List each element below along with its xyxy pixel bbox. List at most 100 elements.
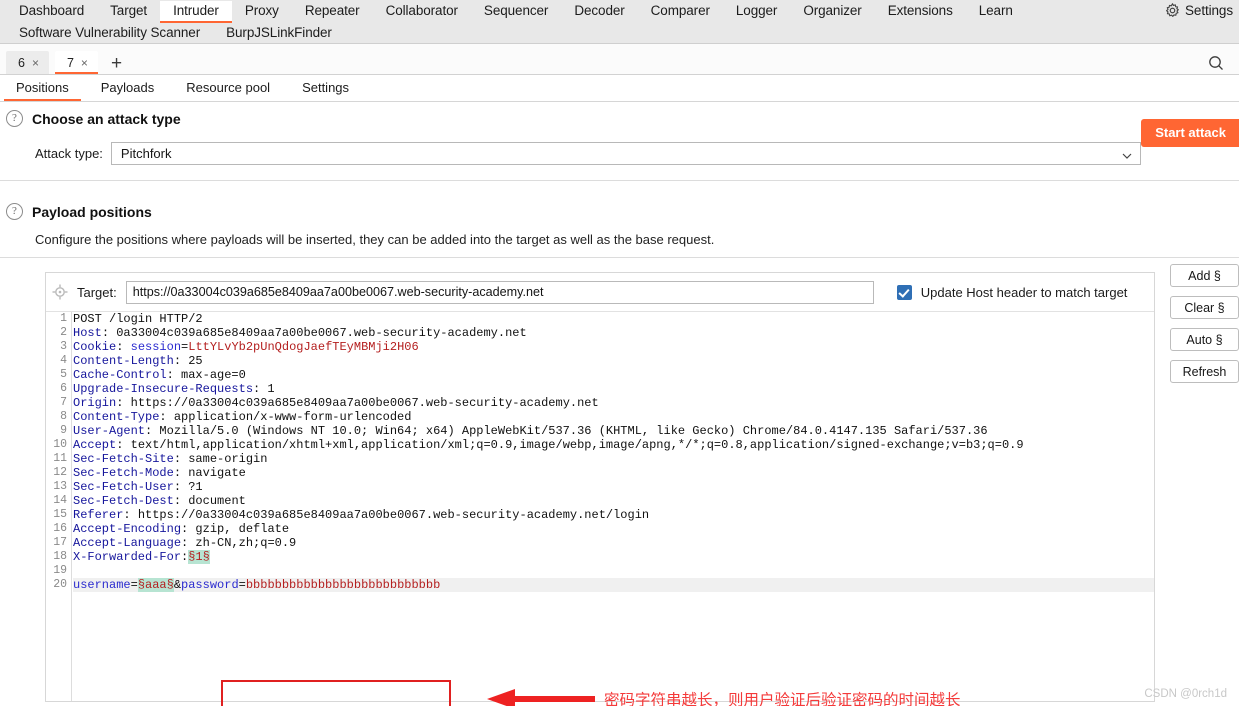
target-row: Target: Update Host header to match targ… — [46, 273, 1154, 311]
side-button-refresh[interactable]: Refresh — [1170, 360, 1239, 383]
tab-payloads[interactable]: Payloads — [85, 75, 170, 101]
crosshair-icon — [52, 284, 68, 300]
gear-icon — [1165, 2, 1180, 18]
new-tab-button[interactable]: + — [111, 54, 122, 74]
line-number: 18 — [53, 550, 67, 563]
line-number: 8 — [60, 410, 67, 423]
main-nav-item-extensions[interactable]: Extensions — [875, 1, 966, 22]
line-number: 19 — [53, 564, 67, 577]
main-nav-item-burpjslinkfinder[interactable]: BurpJSLinkFinder — [213, 23, 345, 44]
side-button-add[interactable]: Add § — [1170, 264, 1239, 287]
request-text: : application/x-www-form-urlencoded — [159, 410, 412, 424]
close-icon[interactable]: × — [32, 57, 39, 69]
side-button-auto[interactable]: Auto § — [1170, 328, 1239, 351]
request-line: Cookie: session=LttYLvYb2pUnQdogJaefTEyM… — [73, 340, 1154, 354]
payload-positions-description: Configure the positions where payloads w… — [35, 232, 715, 247]
intruder-tab-6[interactable]: 6 × — [6, 51, 49, 74]
request-editor: Target: Update Host header to match targ… — [45, 272, 1155, 702]
question-mark-icon[interactable]: ? — [6, 203, 23, 220]
request-line: Accept: text/html,application/xhtml+xml,… — [73, 438, 1154, 452]
request-text: : 1 — [253, 382, 275, 396]
request-text: : document — [173, 494, 246, 508]
request-text: User-Agent — [73, 424, 146, 438]
line-number: 7 — [60, 396, 67, 409]
target-label: Target: — [77, 284, 117, 300]
main-nav-item-collaborator[interactable]: Collaborator — [373, 1, 471, 22]
main-nav-item-target[interactable]: Target — [97, 1, 160, 22]
request-text: POST /login HTTP/2 — [73, 312, 203, 326]
main-nav-item-sequencer[interactable]: Sequencer — [471, 1, 561, 22]
left-arrow-icon — [485, 686, 597, 706]
line-number: 9 — [60, 424, 67, 437]
request-text: Cache-Control — [73, 368, 167, 382]
intruder-tab-7[interactable]: 7 × — [54, 51, 98, 74]
request-text: : https://0a33004c039a685e8409aa7a00be00… — [123, 508, 650, 522]
request-text: Referer — [73, 508, 124, 522]
request-text: : — [116, 340, 131, 354]
line-number: 11 — [53, 452, 67, 465]
request-line: Content-Type: application/x-www-form-url… — [73, 410, 1154, 424]
watermark: CSDN @0rch1d — [1144, 688, 1227, 700]
request-text: Cookie — [73, 340, 117, 354]
request-text: : Mozilla/5.0 (Windows NT 10.0; Win64; x… — [145, 424, 988, 438]
request-text: Host — [73, 326, 102, 340]
attack-type-select[interactable]: Pitchfork — [110, 142, 1141, 165]
intruder-tab-label: 6 — [18, 55, 25, 70]
request-text: : zh-CN,zh;q=0.9 — [181, 536, 297, 550]
request-text: Accept-Language — [73, 536, 182, 550]
line-number: 20 — [53, 578, 67, 591]
question-mark-icon[interactable]: ? — [6, 110, 23, 127]
line-number: 16 — [53, 522, 67, 535]
request-text: : text/html,application/xhtml+xml,applic… — [116, 438, 1024, 452]
tab-settings[interactable]: Settings — [286, 75, 365, 101]
update-host-header-checkbox-wrap[interactable]: Update Host header to match target — [896, 284, 1127, 300]
main-nav-item-dashboard[interactable]: Dashboard — [6, 1, 97, 22]
main-nav-item-repeater[interactable]: Repeater — [292, 1, 373, 22]
main-nav-item-software-vulnerability-scanner[interactable]: Software Vulnerability Scanner — [6, 23, 213, 44]
close-icon[interactable]: × — [81, 57, 88, 69]
request-code-area[interactable]: 1 2 3 4 5 6 7 8 9 10 11 12 13 14 15 16 17 18 19 20 POST /lo… — [46, 311, 1154, 701]
request-text: Sec-Fetch-User — [73, 480, 174, 494]
line-number: 12 — [53, 466, 67, 479]
payload-positions-title: Payload positions — [32, 203, 152, 220]
main-nav-item-decoder[interactable]: Decoder — [561, 1, 637, 22]
main-nav-item-settings[interactable]: Settings — [1152, 1, 1233, 22]
side-button-clear[interactable]: Clear § — [1170, 296, 1239, 319]
request-line: Sec-Fetch-Dest: document — [73, 494, 1154, 508]
start-attack-button[interactable]: Start attack — [1141, 119, 1239, 147]
main-nav-item-proxy[interactable]: Proxy — [232, 1, 292, 22]
request-line: Sec-Fetch-Mode: navigate — [73, 466, 1154, 480]
intruder-tab-label: 7 — [66, 55, 74, 70]
request-code[interactable]: POST /login HTTP/2 Host: 0a33004c039a685e… — [73, 312, 1154, 701]
request-text: Origin — [73, 396, 117, 410]
request-text: Content-Length — [73, 354, 174, 368]
burp-suite-window: Dashboard Target Intruder Proxy Repeater Coll… — [0, 0, 1239, 706]
request-line: Sec-Fetch-User: ?1 — [73, 480, 1154, 494]
request-text: : 25 — [173, 354, 203, 368]
target-input[interactable] — [125, 280, 874, 304]
main-nav-item-learn[interactable]: Learn — [966, 1, 1026, 22]
request-text: session — [130, 340, 182, 354]
request-line: Referer: https://0a33004c039a685e8409aa7… — [73, 508, 1154, 522]
line-number: 13 — [53, 480, 67, 493]
checkbox-checked-icon[interactable] — [896, 284, 912, 300]
line-number: 10 — [53, 438, 67, 451]
line-number: 4 — [60, 354, 67, 367]
main-nav-item-organizer[interactable]: Organizer — [790, 1, 874, 22]
line-number: 14 — [53, 494, 67, 507]
request-text: username — [73, 578, 131, 592]
request-text: = — [238, 578, 246, 592]
main-nav-item-comparer[interactable]: Comparer — [638, 1, 723, 22]
request-text: : ?1 — [173, 480, 203, 494]
request-line: Accept-Language: zh-CN,zh;q=0.9 — [73, 536, 1154, 550]
tab-positions[interactable]: Positions — [0, 75, 85, 101]
attack-type-section: ? Choose an attack type Attack type: Pit… — [0, 110, 1239, 165]
main-nav-item-logger[interactable]: Logger — [723, 1, 790, 22]
search-icon[interactable] — [1207, 54, 1225, 72]
tab-resource-pool[interactable]: Resource pool — [170, 75, 286, 101]
request-line: X-Forwarded-For:§1§ — [73, 550, 1154, 564]
request-text: : https://0a33004c039a685e8409aa7a00be00… — [116, 396, 599, 410]
main-nav-item-intruder[interactable]: Intruder — [160, 0, 232, 23]
divider-1 — [0, 180, 1239, 181]
line-number: 6 — [60, 382, 67, 395]
